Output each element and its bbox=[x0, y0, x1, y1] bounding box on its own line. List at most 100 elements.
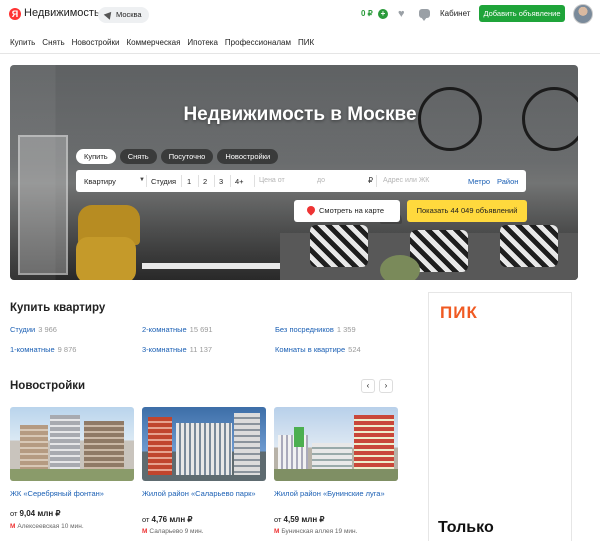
buy-link-1-room[interactable]: 1-комнатные 9 876 bbox=[10, 345, 76, 354]
buy-link-label[interactable]: 3-комнатные bbox=[142, 345, 187, 354]
card-title[interactable]: ЖК «Серебряный фонтан» bbox=[10, 489, 134, 499]
nav-item-buy[interactable]: Купить bbox=[10, 38, 35, 47]
property-type-select[interactable]: Квартиру bbox=[84, 177, 116, 186]
buy-link-3-rooms[interactable]: 3-комнатные 11 137 bbox=[142, 345, 212, 354]
building-decor bbox=[354, 415, 394, 475]
building-decor bbox=[84, 421, 124, 475]
wallet-balance[interactable]: 0 ₽ bbox=[361, 9, 373, 18]
card-metro: М Бунинская аллея 19 мин. bbox=[274, 528, 357, 535]
hero-shelf-decor bbox=[18, 135, 68, 275]
nav-item-mortgage[interactable]: Ипотека bbox=[187, 38, 218, 47]
header-divider bbox=[0, 53, 600, 54]
card-metro: М Алексеевская 10 мин. bbox=[10, 523, 84, 530]
new-building-card[interactable]: Жилой район «Бунинские луга» от 4,59 млн… bbox=[274, 407, 398, 541]
carousel-next-button[interactable]: › bbox=[379, 379, 393, 393]
buy-link-rooms-in-apartment[interactable]: Комнаты в квартире 524 bbox=[275, 345, 361, 354]
room-option-3[interactable]: 3 bbox=[219, 177, 223, 186]
buy-link-count: 11 137 bbox=[189, 345, 213, 354]
card-price: от 9,04 млн ₽ bbox=[10, 509, 60, 518]
card-metro: М Саларьево 9 мин. bbox=[142, 528, 204, 535]
tab-new-buildings[interactable]: Новостройки bbox=[217, 149, 279, 164]
room-option-2[interactable]: 2 bbox=[203, 177, 207, 186]
main-nav: Купить Снять Новостройки Коммерческая Ип… bbox=[10, 38, 321, 47]
favorites-heart-icon[interactable]: ♥ bbox=[398, 8, 405, 20]
buy-link-count: 9 876 bbox=[57, 345, 77, 354]
show-listings-button[interactable]: Показать 44 049 объявлений bbox=[407, 200, 527, 222]
buy-link-label[interactable]: Комнаты в квартире bbox=[275, 345, 345, 354]
nav-item-professionals[interactable]: Профессионалам bbox=[225, 38, 291, 47]
nav-item-rent[interactable]: Снять bbox=[42, 38, 64, 47]
price-from-input[interactable]: Цена от bbox=[259, 177, 285, 184]
building-decor bbox=[20, 425, 48, 475]
tab-buy[interactable]: Купить bbox=[76, 149, 116, 164]
room-option-1[interactable]: 1 bbox=[187, 177, 191, 186]
building-photo[interactable] bbox=[10, 407, 134, 481]
yandex-logo-icon[interactable]: Я bbox=[9, 8, 21, 20]
nav-item-commercial[interactable]: Коммерческая bbox=[127, 38, 181, 47]
search-separator bbox=[376, 175, 377, 187]
new-building-card[interactable]: Жилой район «Саларьево парк» от 4,76 млн… bbox=[142, 407, 266, 541]
district-filter-link[interactable]: Район bbox=[497, 177, 518, 186]
cabinet-link[interactable]: Кабинет bbox=[440, 9, 470, 18]
buy-link-label[interactable]: Без посредников bbox=[275, 325, 334, 334]
add-funds-icon[interactable]: + bbox=[378, 9, 388, 19]
card-price: от 4,59 млн ₽ bbox=[274, 515, 324, 524]
metro-label: Саларьево 9 мин. bbox=[149, 528, 204, 535]
carousel-prev-button[interactable]: ‹ bbox=[361, 379, 375, 393]
buy-link-no-agents[interactable]: Без посредников 1 359 bbox=[275, 325, 356, 334]
room-option-studio[interactable]: Студия bbox=[151, 177, 176, 186]
price-to-input[interactable]: до bbox=[317, 177, 325, 184]
building-photo[interactable] bbox=[142, 407, 266, 481]
ground-decor bbox=[274, 469, 398, 481]
view-on-map-label: Смотреть на карте bbox=[319, 206, 385, 215]
hero-title: Недвижимость в Москве bbox=[183, 104, 417, 125]
user-avatar[interactable] bbox=[573, 4, 593, 24]
buy-link-label[interactable]: 1-комнатные bbox=[10, 345, 55, 354]
buy-link-count: 524 bbox=[348, 345, 361, 354]
tab-rent[interactable]: Снять bbox=[119, 149, 157, 164]
location-arrow-icon bbox=[103, 9, 115, 20]
price-value: 4,76 млн ₽ bbox=[151, 515, 193, 524]
chevron-down-icon[interactable]: ▼ bbox=[139, 177, 145, 183]
nav-item-pik[interactable]: ПИК bbox=[298, 38, 314, 47]
tab-daily[interactable]: Посуточно bbox=[160, 149, 214, 164]
ad-text: Только bbox=[438, 519, 494, 536]
metro-icon: М bbox=[142, 528, 148, 535]
currency-label: ₽ bbox=[368, 176, 374, 185]
city-selector[interactable]: Москва bbox=[98, 7, 149, 23]
metro-filter-link[interactable]: Метро bbox=[468, 177, 490, 186]
room-option-4-plus[interactable]: 4+ bbox=[235, 177, 244, 186]
buy-link-count: 1 359 bbox=[336, 325, 356, 334]
buy-link-2-rooms[interactable]: 2-комнатные 15 691 bbox=[142, 325, 213, 334]
buy-link-label[interactable]: Студии bbox=[10, 325, 35, 334]
chat-icon[interactable] bbox=[419, 9, 430, 21]
building-decor bbox=[148, 417, 172, 475]
service-logo-text[interactable]: Недвижимость bbox=[24, 7, 100, 19]
buy-link-count: 15 691 bbox=[189, 325, 213, 334]
new-building-card[interactable]: ЖК «Серебряный фонтан» от 9,04 млн ₽ М Ал… bbox=[10, 407, 134, 541]
metro-label: Бунинская аллея 19 мин. bbox=[281, 528, 358, 535]
add-listing-button[interactable]: Добавить объявление bbox=[479, 5, 565, 22]
hero-cushion-decor bbox=[500, 225, 558, 267]
card-price: от 4,76 млн ₽ bbox=[142, 515, 192, 524]
metro-label: Алексеевская 10 мин. bbox=[17, 523, 84, 530]
hero-table-decor bbox=[142, 263, 292, 269]
price-value: 9,04 млн ₽ bbox=[19, 509, 61, 518]
metro-icon: М bbox=[274, 528, 280, 535]
card-title[interactable]: Жилой район «Саларьево парк» bbox=[142, 489, 266, 499]
top-bar: Я Недвижимость Москва 0 ₽ + ♥ Кабинет До… bbox=[0, 0, 600, 30]
nav-item-new-buildings[interactable]: Новостройки bbox=[72, 38, 120, 47]
search-separator bbox=[254, 175, 255, 187]
view-on-map-button[interactable]: Смотреть на карте bbox=[294, 200, 400, 222]
address-input[interactable]: Адрес или ЖК bbox=[383, 177, 429, 184]
buy-link-label[interactable]: 2-комнатные bbox=[142, 325, 187, 334]
price-value: 4,59 млн ₽ bbox=[283, 515, 325, 524]
buy-link-studios[interactable]: Студии 3 966 bbox=[10, 325, 57, 334]
building-photo[interactable] bbox=[274, 407, 398, 481]
price-prefix: от bbox=[274, 515, 282, 524]
pik-ad-banner[interactable]: ПИК Только bbox=[428, 292, 572, 541]
ground-decor bbox=[10, 469, 134, 481]
card-title[interactable]: Жилой район «Бунинские луга» bbox=[274, 489, 398, 499]
search-separator bbox=[230, 175, 231, 187]
buy-apartment-heading: Купить квартиру bbox=[10, 302, 106, 314]
